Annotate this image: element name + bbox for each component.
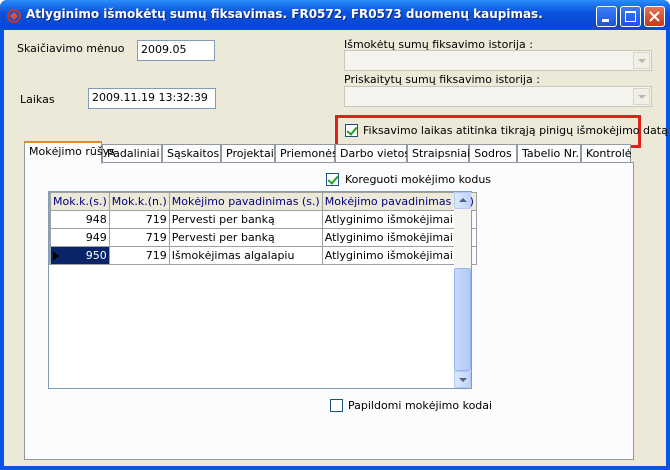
month-field[interactable]: 2009.05 (137, 40, 215, 61)
current-row-pointer-icon (53, 251, 59, 261)
scroll-up-icon[interactable] (454, 192, 471, 209)
window-title: Atlyginimo išmokėtų sumų fiksavimas. FR0… (26, 7, 543, 21)
close-button[interactable] (644, 6, 665, 27)
table-cell[interactable]: 719 (108, 228, 170, 247)
tab-accounts[interactable]: Sąskaitos (162, 144, 221, 163)
chevron-down-icon[interactable] (633, 88, 650, 105)
table-cell[interactable]: 719 (108, 210, 170, 229)
minimize-icon (602, 19, 609, 22)
maximize-icon (625, 11, 636, 22)
table-cell[interactable]: 948 (50, 210, 110, 229)
time-field[interactable]: 2009.11.19 13:32:39 (88, 88, 216, 109)
payment-codes-grid[interactable]: Mok.k.(s.) Mok.k.(n.) Mokėjimo pavadinim… (48, 191, 477, 389)
chevron-down-icon[interactable] (633, 52, 650, 69)
scroll-thumb[interactable] (454, 268, 471, 371)
table-cell[interactable]: 719 (108, 246, 170, 265)
extra-codes-checkbox[interactable] (330, 399, 343, 412)
accrued-history-combo[interactable] (344, 86, 652, 107)
tab-label: Darbo vietos (340, 147, 411, 160)
paid-history-combo[interactable] (344, 50, 652, 71)
table-cell[interactable]: 949 (50, 228, 110, 247)
tab-label: Sąskaitos (167, 147, 220, 160)
tab-label: Tabelio Nr. (522, 147, 579, 160)
app-icon (7, 9, 21, 23)
column-header[interactable]: Mok.k.(n.) (108, 192, 170, 211)
tab-projects[interactable]: Projektai (221, 144, 275, 163)
grid-table: Mok.k.(s.) Mok.k.(n.) Mokėjimo pavadinim… (49, 192, 477, 265)
correct-codes-label[interactable]: Koreguoti mokėjimo kodus (345, 173, 491, 186)
close-icon (649, 11, 660, 22)
row-indicator[interactable] (49, 210, 51, 229)
minimize-button[interactable] (596, 6, 617, 27)
tab-timesheet-no[interactable]: Tabelio Nr. (517, 144, 581, 163)
month-label: Skaičiavimo mėnuo (17, 42, 125, 55)
maximize-button[interactable] (620, 6, 641, 27)
grid-header-row: Mok.k.(s.) Mok.k.(n.) Mokėjimo pavadinim… (49, 192, 477, 211)
row-indicator[interactable] (49, 228, 51, 247)
row-indicator[interactable] (49, 246, 59, 265)
paid-history-value (345, 51, 353, 55)
window-client-area: Skaičiavimo mėnuo 2009.05 Laikas 2009.11… (4, 30, 668, 466)
scroll-down-icon[interactable] (454, 371, 471, 388)
table-cell[interactable]: Pervesti per banką (168, 210, 323, 229)
tab-sodra[interactable]: Sodros (469, 144, 517, 163)
tab-payment-types[interactable]: Mokėjimo rūšys (24, 141, 115, 164)
tab-page-payment-types: Koreguoti mokėjimo kodus Mok.k.(s.) Mok.… (24, 162, 634, 460)
tab-measures[interactable]: Priemonės (275, 144, 338, 163)
tab-workplaces[interactable]: Darbo vietos (335, 144, 411, 163)
table-row[interactable]: 950 719 Išmokėjimas algalapiu Atlyginimo… (49, 246, 477, 265)
tab-label: Straipsniai (412, 147, 471, 160)
extra-codes-label[interactable]: Papildomi mokėjimo kodai (348, 399, 492, 412)
tab-label: Kontrolė (586, 147, 632, 160)
correct-codes-checkbox[interactable] (326, 173, 339, 186)
fix-time-checkbox[interactable] (345, 124, 358, 137)
time-label: Laikas (20, 93, 55, 106)
table-cell[interactable]: Pervesti per banką (168, 228, 323, 247)
fix-time-checkbox-label[interactable]: Fiksavimo laikas atitinka tikrąją pinigų… (363, 124, 668, 137)
accrued-history-value (345, 87, 353, 91)
grid-vertical-scrollbar[interactable] (454, 192, 471, 388)
title-bar[interactable]: Atlyginimo išmokėtų sumų fiksavimas. FR0… (0, 0, 670, 30)
column-header[interactable]: Mokėjimo pavadinimas (s.) (168, 192, 323, 211)
tab-label: Mokėjimo rūšys (29, 145, 115, 158)
tab-articles[interactable]: Straipsniai (407, 144, 471, 163)
column-header[interactable]: Mok.k.(s.) (50, 192, 110, 211)
table-cell[interactable]: Išmokėjimas algalapiu (168, 246, 323, 265)
table-row[interactable]: 949 719 Pervesti per banką Atlyginimo iš… (49, 228, 477, 247)
tab-control[interactable]: Kontrolė (581, 144, 632, 163)
main-window: Atlyginimo išmokėtų sumų fiksavimas. FR0… (0, 0, 670, 470)
accrued-history-label: Priskaitytų sumų fiksavimo istorija : (344, 73, 540, 86)
tab-label: Sodros (474, 147, 512, 160)
table-row[interactable]: 948 719 Pervesti per banką Atlyginimo iš… (49, 210, 477, 229)
table-cell[interactable]: 950 (50, 246, 110, 265)
tab-label: Projektai (226, 147, 274, 160)
tab-label: Priemonės (280, 147, 338, 160)
